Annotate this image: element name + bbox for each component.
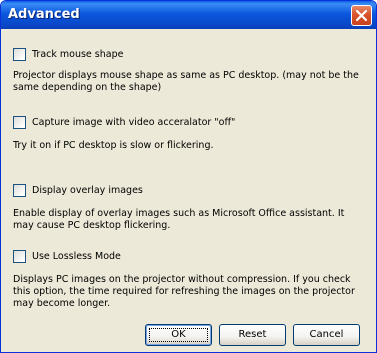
reset-button[interactable]: Reset — [219, 324, 286, 346]
dialog-content: Track mouse shape Projector displays mou… — [1, 29, 376, 352]
track-mouse-shape-label: Track mouse shape — [32, 49, 124, 60]
cancel-button[interactable]: Cancel — [293, 324, 360, 346]
dialog-title: Advanced — [8, 7, 80, 22]
use-lossless-mode-checkbox[interactable] — [13, 250, 26, 263]
advanced-dialog: Advanced Track mouse shape Projector dis… — [0, 0, 377, 353]
title-bar[interactable]: Advanced — [1, 1, 376, 29]
display-overlay-images-label: Display overlay images — [32, 185, 143, 196]
use-lossless-mode-label: Use Lossless Mode — [32, 251, 121, 262]
track-mouse-shape-checkbox[interactable] — [13, 48, 26, 61]
close-icon — [355, 9, 368, 22]
track-mouse-shape-description: Projector displays mouse shape as same a… — [13, 70, 359, 93]
display-overlay-images-description: Enable display of overlay images such as… — [13, 208, 345, 231]
capture-image-description: Try it on if PC desktop is slow or flick… — [13, 140, 214, 151]
capture-image-label: Capture image with video acceralator "of… — [32, 117, 236, 128]
ok-button-label: OK — [171, 329, 186, 340]
use-lossless-mode-description: Displays PC images on the projector with… — [13, 274, 355, 309]
close-button[interactable] — [351, 5, 372, 26]
ok-button[interactable]: OK — [145, 324, 212, 346]
capture-image-checkbox[interactable] — [13, 116, 26, 129]
display-overlay-images-checkbox[interactable] — [13, 184, 26, 197]
